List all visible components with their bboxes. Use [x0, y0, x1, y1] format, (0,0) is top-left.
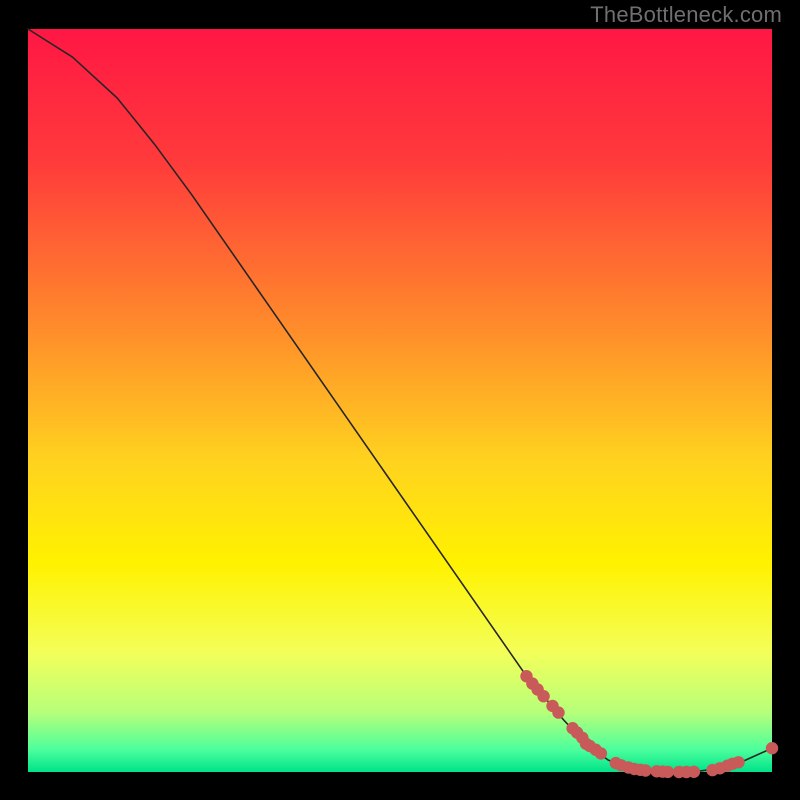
curve-marker — [766, 742, 778, 754]
curve-marker — [688, 766, 700, 778]
plot-background — [28, 29, 772, 772]
chart-frame: TheBottleneck.com — [0, 0, 800, 800]
bottleneck-chart — [0, 0, 800, 800]
curve-marker — [662, 766, 674, 778]
curve-marker — [552, 706, 564, 718]
curve-marker — [595, 747, 607, 759]
watermark-text: TheBottleneck.com — [590, 2, 782, 28]
curve-marker — [537, 690, 549, 702]
curve-marker — [732, 756, 744, 768]
curve-marker — [639, 764, 651, 776]
